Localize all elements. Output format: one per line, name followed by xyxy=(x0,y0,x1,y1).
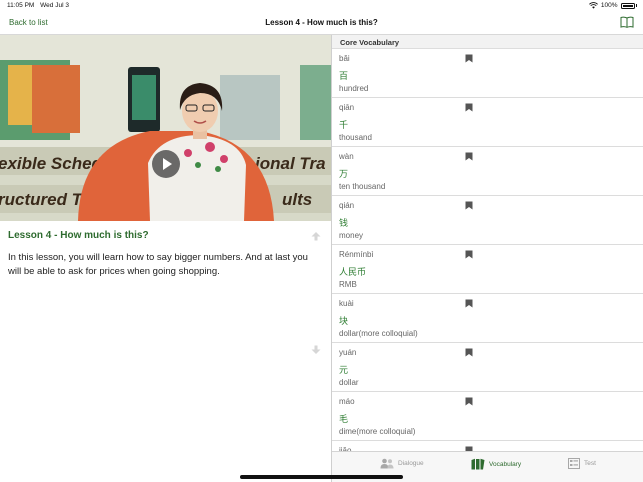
vocab-hanzi: 块 xyxy=(339,316,349,326)
bookmark-icon[interactable] xyxy=(465,250,473,259)
home-indicator xyxy=(240,475,403,479)
vocab-item[interactable]: qián 钱 money xyxy=(332,196,643,245)
tab-dialogue-label: Dialogue xyxy=(398,460,424,467)
vocab-hanzi: 毛 xyxy=(339,414,349,424)
tab-test[interactable]: Test xyxy=(568,458,596,469)
banner-text-1b: ional Tra xyxy=(255,154,326,173)
vocab-pinyin: bǎi xyxy=(339,54,350,63)
vocabulary-list[interactable]: bǎi 百 hundred qiān 千 thousand wàn 万 ten thousand… xyxy=(332,49,643,451)
vocab-hanzi: 万 xyxy=(339,169,349,179)
battery-percent: 100% xyxy=(600,2,618,9)
vocab-meaning: dollar xyxy=(339,378,359,387)
vocab-pinyin: Rénmínbì xyxy=(339,250,374,259)
vocabulary-header: Core Vocabulary xyxy=(332,35,643,49)
vocab-meaning: hundred xyxy=(339,84,369,93)
banner-text-2: ructured Tr xyxy=(0,190,90,209)
video-player[interactable]: exible Scheduling ional Tra ructured Tr … xyxy=(0,35,331,221)
vocab-meaning: dollar(more colloquial) xyxy=(339,329,418,338)
vocab-hanzi: 钱 xyxy=(339,218,349,228)
tab-test-label: Test xyxy=(584,460,596,467)
vocab-pinyin: qiān xyxy=(339,103,355,112)
vocab-pinyin: máo xyxy=(339,397,355,406)
vocab-item[interactable]: qiān 千 thousand xyxy=(332,98,643,147)
vocab-pinyin: yuán xyxy=(339,348,357,357)
vocab-item[interactable]: máo 毛 dime(more colloquial) xyxy=(332,392,643,441)
tab-vocabulary[interactable]: Vocabulary xyxy=(471,458,521,470)
page-title: Lesson 4 - How much is this? xyxy=(265,18,378,27)
lesson-description: In this lesson, you will learn how to sa… xyxy=(8,252,308,277)
bookmark-icon[interactable] xyxy=(465,299,473,308)
bookmark-icon[interactable] xyxy=(465,54,473,63)
vocab-pinyin: kuài xyxy=(339,299,354,308)
wifi-icon xyxy=(588,2,598,9)
play-button[interactable] xyxy=(152,150,180,178)
status-time: 11:05 PM xyxy=(7,2,35,9)
vocab-meaning: ten thousand xyxy=(339,182,386,191)
vocab-meaning: thousand xyxy=(339,133,372,142)
vocab-meaning: money xyxy=(339,231,364,240)
tab-vocabulary-label: Vocabulary xyxy=(489,460,522,468)
arrow-up-icon[interactable] xyxy=(310,231,322,241)
tab-dialogue[interactable]: Dialogue xyxy=(380,458,424,469)
vocab-item[interactable]: Rénmínbì 人民币 RMB xyxy=(332,245,643,294)
vocab-meaning: dime(more colloquial) xyxy=(339,427,416,436)
vocab-item[interactable]: wàn 万 ten thousand xyxy=(332,147,643,196)
test-icon xyxy=(568,458,580,469)
vocab-hanzi: 千 xyxy=(339,120,349,130)
vocab-item[interactable]: yuán 元 dollar xyxy=(332,343,643,392)
vocabulary-icon xyxy=(471,458,485,470)
vocab-item[interactable]: bǎi 百 hundred xyxy=(332,49,643,98)
lesson-pane: exible Scheduling ional Tra ructured Tr … xyxy=(0,35,331,482)
vocabulary-pane[interactable]: Core Vocabulary bǎi 百 hundred qiān 千 thousand… xyxy=(332,35,643,451)
bookmark-icon[interactable] xyxy=(465,201,473,210)
navigation-bar: Back to list Lesson 4 - How much is this… xyxy=(0,12,643,35)
bookmark-icon[interactable] xyxy=(465,103,473,112)
vocab-hanzi: 人民币 xyxy=(339,267,367,277)
bookmark-icon[interactable] xyxy=(465,397,473,406)
vocab-pinyin: wàn xyxy=(339,152,354,161)
video-frame: exible Scheduling ional Tra ructured Tr … xyxy=(0,35,331,221)
vocab-hanzi: 百 xyxy=(339,71,349,81)
vocab-hanzi: 元 xyxy=(339,365,349,375)
bookmark-icon[interactable] xyxy=(465,348,473,357)
bookmark-icon[interactable] xyxy=(465,152,473,161)
vocab-meaning: RMB xyxy=(339,280,357,289)
book-icon[interactable] xyxy=(620,16,634,28)
arrow-down-icon[interactable] xyxy=(310,345,322,355)
lesson-title: Lesson 4 - How much is this? xyxy=(8,230,149,241)
banner-text-2b: ults xyxy=(282,190,312,209)
vocab-item[interactable]: kuài 块 dollar(more colloquial) xyxy=(332,294,643,343)
battery-icon xyxy=(620,2,635,9)
app-window: 11:05 PM Wed Jul 3 100% Back to list Les… xyxy=(0,0,643,482)
status-date: Wed Jul 3 xyxy=(40,2,69,9)
people-icon xyxy=(380,458,394,469)
status-bar: 11:05 PM Wed Jul 3 100% xyxy=(0,0,643,12)
vocab-pinyin: qián xyxy=(339,201,355,210)
vocab-item[interactable]: jiǎo xyxy=(332,441,643,451)
